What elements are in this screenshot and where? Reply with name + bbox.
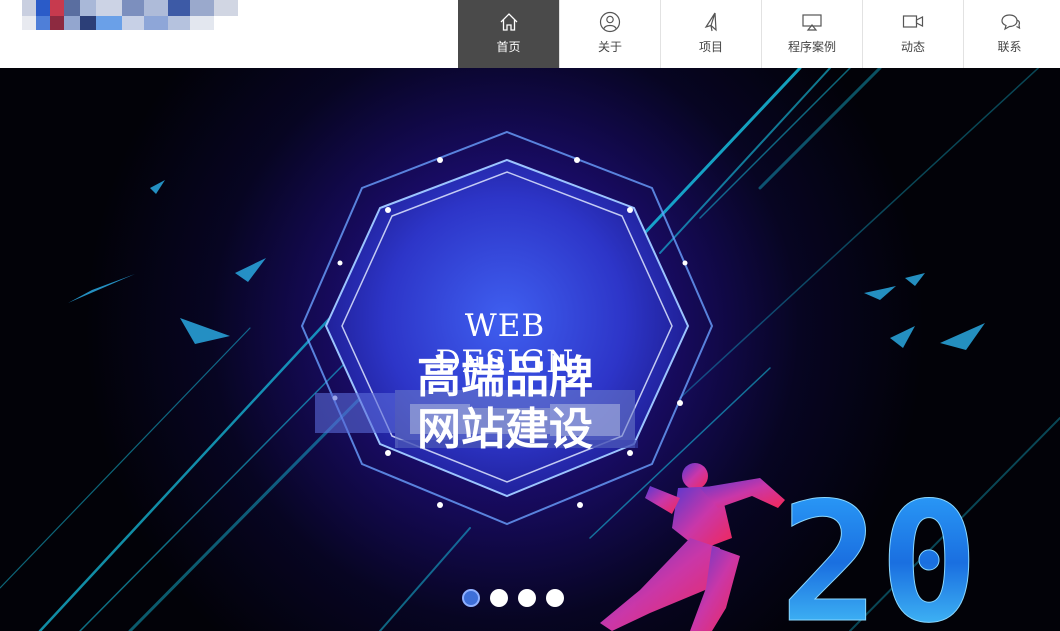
nav-item-news[interactable]: 动态	[862, 0, 963, 68]
nav-item-projects[interactable]: 项目	[660, 0, 761, 68]
chat-icon	[1000, 14, 1020, 31]
nav-label: 程序案例	[787, 40, 836, 54]
slider-dot-3[interactable]	[518, 589, 536, 607]
nav-label: 首页	[496, 40, 521, 54]
slider-dot-2[interactable]	[490, 589, 508, 607]
slider-dot-1[interactable]	[462, 589, 480, 607]
nav-label: 联系	[997, 40, 1022, 54]
paper-plane-icon	[704, 12, 717, 32]
site-header: 首页 关于 项目 程序案例 动态 联系	[0, 0, 1060, 68]
nav-label: 项目	[698, 40, 723, 54]
banner-title-line1: 高端品牌	[417, 352, 593, 403]
banner-title-line2: 网站建设	[417, 404, 593, 455]
slider-dot-4[interactable]	[546, 589, 564, 607]
nav-item-contact[interactable]: 联系	[963, 0, 1055, 68]
nav-label: 关于	[597, 40, 622, 54]
big-number: 20	[780, 467, 979, 631]
video-icon	[902, 15, 924, 28]
nav-item-home[interactable]: 首页	[458, 0, 559, 68]
hero-banner[interactable]: 20 WEB DESIGN 高端品牌 网站建设	[0, 68, 1060, 631]
home-icon	[500, 13, 517, 31]
banner-title-cn: 高端品牌 网站建设	[380, 352, 630, 456]
main-nav: 首页 关于 项目 程序案例 动态 联系	[458, 0, 1055, 68]
nav-item-about[interactable]: 关于	[559, 0, 660, 68]
nav-label: 动态	[900, 40, 925, 54]
screen-icon	[802, 14, 822, 31]
site-logo[interactable]	[22, 0, 254, 30]
nav-item-cases[interactable]: 程序案例	[761, 0, 862, 68]
user-icon	[599, 11, 621, 33]
slider-dots	[462, 589, 564, 607]
